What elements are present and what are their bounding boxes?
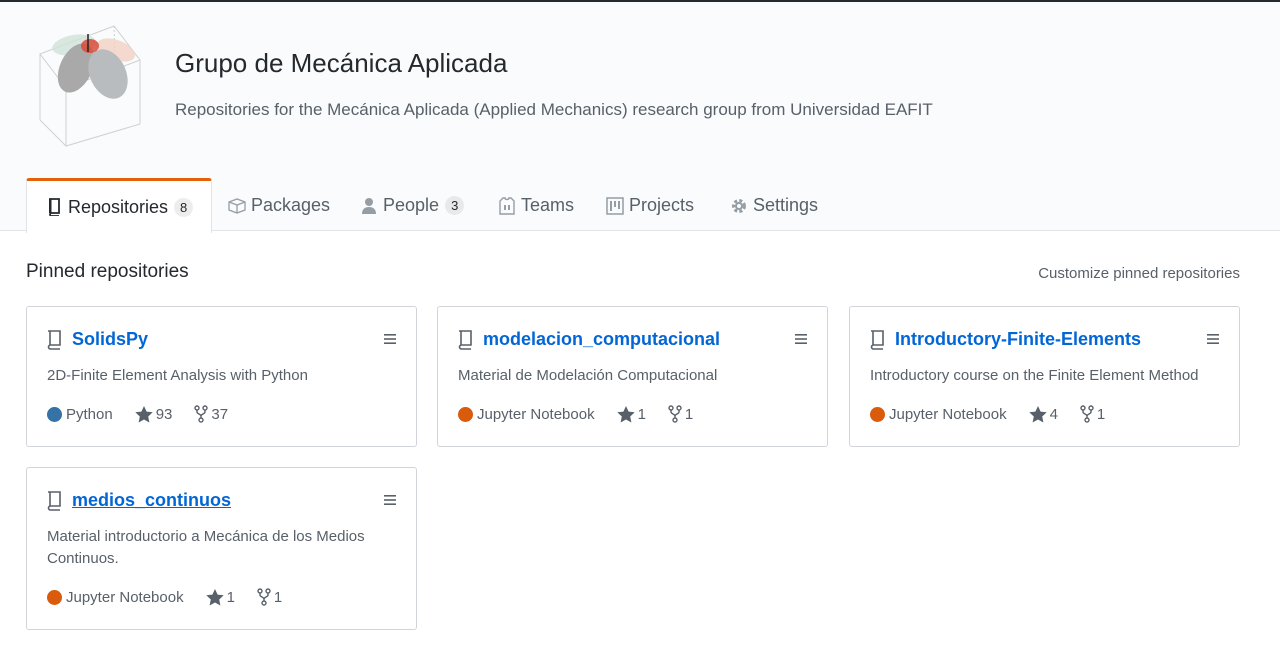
fork-icon [1080, 405, 1094, 423]
forks-count: 1 [273, 588, 283, 606]
tab-packages-label: Packages [251, 195, 331, 215]
people-count: 3 [445, 196, 465, 215]
package-icon [228, 197, 246, 215]
repo-icon [870, 330, 884, 350]
language-name: Python [66, 405, 113, 423]
pinned-repo-card: modelacion_computacional Material de Mod… [437, 306, 828, 447]
tab-settings-label: Settings [753, 195, 819, 215]
repo-name-link[interactable]: SolidsPy [72, 329, 148, 350]
pinned-repositories-title: Pinned repositories [26, 261, 189, 282]
stars-count: 1 [226, 588, 235, 606]
drag-handle-icon[interactable] [795, 333, 807, 345]
forks-link[interactable]: 1 [668, 405, 693, 423]
forks-count: 1 [1096, 405, 1106, 423]
repo-icon [45, 198, 63, 216]
fork-icon [194, 405, 209, 423]
customize-pinned-link[interactable]: Customize pinned repositories [1038, 265, 1240, 282]
pinned-repo-card: medios_continuos Material introductorio … [26, 467, 417, 630]
repo-meta: Jupyter Notebook 1 1 [458, 405, 715, 423]
tab-people-label: People [383, 195, 440, 215]
star-icon [1028, 405, 1047, 422]
pinned-repo-card: Introductory-Finite-Elements Introductor… [849, 306, 1240, 447]
repo-language: Python [47, 406, 113, 423]
tab-teams[interactable]: Teams [498, 178, 574, 233]
repo-description: Material introductorio a Mecánica de los… [47, 528, 365, 567]
forks-link[interactable]: 1 [1080, 405, 1105, 423]
tab-packages[interactable]: Packages [228, 178, 330, 233]
org-avatar[interactable] [26, 20, 150, 150]
repo-icon [458, 330, 472, 350]
repo-meta: Jupyter Notebook 1 1 [47, 588, 304, 606]
drag-handle-icon[interactable] [384, 333, 396, 345]
fork-icon [668, 405, 682, 423]
repo-name-link[interactable]: medios_continuos [72, 490, 231, 511]
repo-meta: Python 93 37 [47, 405, 250, 423]
language-color-dot [47, 589, 62, 605]
star-icon [616, 405, 635, 422]
fork-icon [257, 588, 271, 606]
stars-link[interactable]: 93 [135, 405, 173, 423]
stars-link[interactable]: 4 [1028, 405, 1058, 423]
repo-description: Introductory course on the Finite Elemen… [870, 367, 1199, 384]
tab-repositories-label: Repositories [68, 196, 169, 217]
gear-icon [730, 197, 748, 215]
repo-language: Jupyter Notebook [458, 406, 595, 423]
language-name: Jupyter Notebook [66, 588, 184, 606]
drag-handle-icon[interactable] [1207, 333, 1219, 345]
language-name: Jupyter Notebook [889, 405, 1007, 423]
star-icon [205, 588, 224, 605]
pinned-repo-card: SolidsPy 2D-Finite Element Analysis with… [26, 306, 417, 447]
repo-language: Jupyter Notebook [47, 589, 184, 606]
repo-name-link[interactable]: Introductory-Finite-Elements [895, 329, 1141, 350]
repo-meta: Jupyter Notebook 4 1 [870, 405, 1127, 423]
repo-icon [47, 330, 61, 350]
language-color-dot [47, 406, 62, 422]
jersey-icon [498, 196, 516, 215]
language-color-dot [458, 406, 473, 422]
person-icon [360, 197, 378, 215]
repo-description: Material de Modelación Computacional [458, 367, 718, 384]
org-description: Repositories for the Mecánica Aplicada (… [175, 100, 933, 119]
repo-icon [47, 491, 61, 511]
repo-name-link[interactable]: modelacion_computacional [483, 329, 720, 350]
stars-link[interactable]: 1 [616, 405, 646, 423]
project-icon [606, 196, 624, 215]
forks-count: 37 [211, 405, 229, 423]
tab-teams-label: Teams [521, 195, 575, 215]
repositories-count: 8 [174, 197, 194, 217]
org-header: Grupo de Mecánica Aplicada Repositories … [0, 2, 1280, 233]
tab-projects-label: Projects [629, 195, 695, 215]
tab-projects[interactable]: Projects [606, 178, 694, 233]
stars-link[interactable]: 1 [205, 588, 235, 606]
forks-count: 1 [684, 405, 694, 423]
drag-handle-icon[interactable] [384, 494, 396, 506]
language-color-dot [870, 406, 885, 422]
repo-language: Jupyter Notebook [870, 406, 1007, 423]
star-icon [135, 405, 153, 422]
stars-count: 4 [1049, 405, 1058, 423]
forks-link[interactable]: 1 [257, 588, 282, 606]
tab-people[interactable]: People 3 [360, 178, 465, 233]
tab-repositories[interactable]: Repositories 8 [26, 178, 213, 233]
language-name: Jupyter Notebook [477, 405, 595, 423]
tab-settings[interactable]: Settings [730, 178, 818, 233]
repo-description: 2D-Finite Element Analysis with Python [47, 367, 308, 384]
stars-count: 1 [637, 405, 646, 423]
org-name: Grupo de Mecánica Aplicada [175, 48, 508, 78]
stars-count: 93 [155, 405, 173, 423]
forks-link[interactable]: 37 [194, 405, 228, 423]
